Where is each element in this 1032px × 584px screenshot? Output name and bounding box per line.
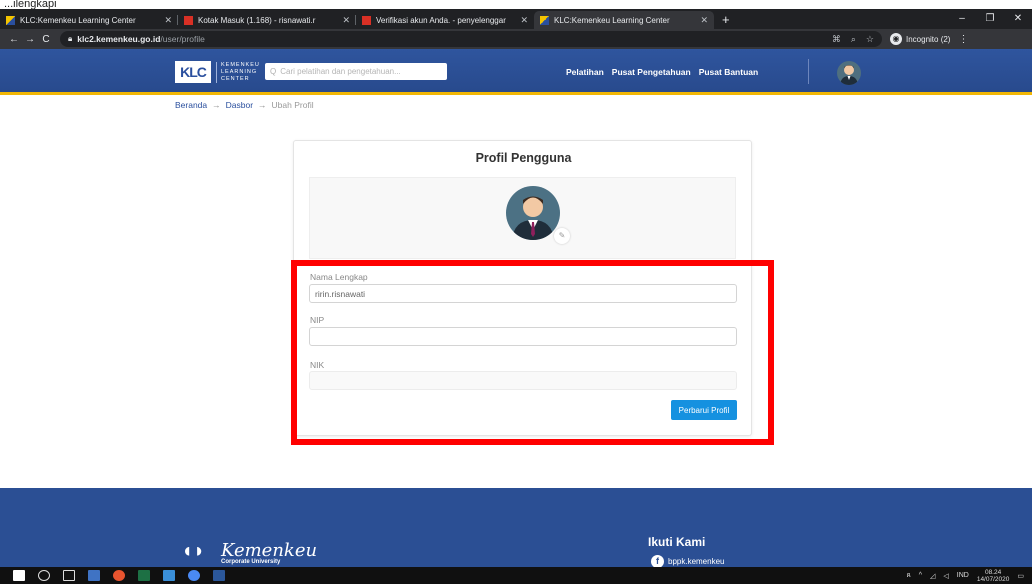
nav-pusat-bantuan[interactable]: Pusat Bantuan bbox=[699, 67, 759, 77]
breadcrumb-current: Ubah Profil bbox=[271, 100, 314, 110]
user-avatar[interactable] bbox=[837, 61, 861, 85]
klc-logo[interactable]: KLC KEMENKEU LEARNING CENTER bbox=[175, 61, 260, 83]
profile-photo-area: ✎ bbox=[309, 177, 736, 259]
breadcrumb-beranda[interactable]: Beranda bbox=[175, 100, 207, 110]
close-window-button[interactable]: ✕ bbox=[1004, 9, 1032, 29]
browser-tab-active[interactable]: KLC:Kemenkeu Learning Center ✕ bbox=[534, 11, 714, 29]
minimize-button[interactable]: – bbox=[948, 9, 976, 29]
app-icon[interactable] bbox=[113, 570, 125, 581]
footer-brand: Kemenkeu bbox=[221, 540, 318, 561]
zoom-icon[interactable]: ⌕ bbox=[851, 34, 856, 45]
breadcrumb-dasbor[interactable]: Dasbor bbox=[226, 100, 253, 110]
chevron-up-icon[interactable]: ^ bbox=[919, 572, 922, 579]
back-arrow-icon[interactable]: ← bbox=[6, 34, 22, 45]
forward-arrow-icon[interactable]: → bbox=[22, 34, 38, 45]
breadcrumb: Beranda → Dasbor → Ubah Profil bbox=[175, 100, 314, 110]
task-view-icon[interactable] bbox=[63, 570, 75, 581]
search-icon: Q bbox=[270, 67, 277, 76]
close-tab-icon[interactable]: ✕ bbox=[520, 15, 528, 26]
clock-time: 08.24 bbox=[984, 568, 1002, 576]
browser-tab[interactable]: KLC:Kemenkeu Learning Center ✕ bbox=[0, 11, 178, 29]
new-tab-button[interactable]: + bbox=[714, 11, 738, 29]
arrow-right-icon: → bbox=[258, 100, 267, 110]
bookmark-star-icon[interactable]: ☆ bbox=[866, 34, 874, 45]
app-icon[interactable] bbox=[163, 570, 175, 581]
word-icon[interactable] bbox=[213, 570, 225, 581]
social-handle: bppk.kemenkeu bbox=[668, 557, 725, 566]
nav-pusat-pengetahuan[interactable]: Pusat Pengetahuan bbox=[612, 67, 691, 77]
close-tab-icon[interactable]: ✕ bbox=[700, 15, 708, 26]
browser-toolbar: ← → C 🔒︎ klc2.kemenkeu.go.id /user/profi… bbox=[0, 29, 1032, 49]
tab-title: Verifikasi akun Anda. - penyelenggar bbox=[376, 15, 506, 25]
profile-photo[interactable] bbox=[506, 186, 560, 240]
caption-text: ...ilengkapi bbox=[0, 0, 1032, 9]
klc-favicon-icon bbox=[540, 15, 549, 25]
url-path: /user/profile bbox=[160, 34, 205, 44]
site-search: Q bbox=[265, 63, 447, 80]
incognito-icon: ◉ bbox=[890, 33, 902, 45]
os-taskbar: ጸ ^ ◿ ◁ IND 08.24 14/07/2020 ▭ bbox=[0, 567, 1032, 584]
gmail-favicon-icon bbox=[362, 15, 371, 25]
translate-icon[interactable]: ⌘ bbox=[832, 34, 841, 45]
clock-date: 14/07/2020 bbox=[976, 575, 1010, 583]
maximize-button[interactable]: ❐ bbox=[976, 9, 1004, 29]
gmail-favicon-icon bbox=[184, 15, 193, 25]
footer-brand-sub: Corporate University bbox=[221, 559, 281, 565]
search-icon[interactable] bbox=[38, 570, 50, 581]
incognito-label: Incognito (2) bbox=[906, 34, 951, 44]
browser-menu-icon[interactable]: ⋮ bbox=[958, 34, 968, 45]
language-indicator[interactable]: IND bbox=[957, 572, 969, 579]
klc-favicon-icon bbox=[6, 15, 15, 25]
site-nav: Pelatihan Pusat Pengetahuan Pusat Bantua… bbox=[566, 67, 758, 77]
tab-title: Kotak Masuk (1.168) - risnawati.r bbox=[198, 15, 316, 25]
windows-start-icon[interactable] bbox=[13, 570, 25, 581]
network-icon[interactable]: ◿ bbox=[930, 572, 935, 580]
nav-divider bbox=[808, 59, 809, 84]
site-footer bbox=[0, 488, 1032, 567]
excel-icon[interactable] bbox=[138, 570, 150, 581]
reload-icon[interactable]: C bbox=[38, 34, 54, 45]
tab-title: KLC:Kemenkeu Learning Center bbox=[554, 15, 670, 25]
people-icon[interactable]: ጸ bbox=[907, 572, 911, 580]
edit-photo-icon[interactable]: ✎ bbox=[554, 228, 570, 244]
volume-icon[interactable]: ◁ bbox=[943, 572, 948, 580]
logo-word: LEARNING bbox=[221, 68, 258, 75]
address-bar[interactable]: 🔒︎ klc2.kemenkeu.go.id /user/profile ⌘ ⌕… bbox=[60, 31, 882, 47]
close-tab-icon[interactable]: ✕ bbox=[342, 15, 350, 26]
annotation-highlight-box bbox=[291, 260, 774, 445]
arrow-right-icon: → bbox=[212, 100, 221, 110]
browser-tab-bar: KLC:Kemenkeu Learning Center ✕ Kotak Mas… bbox=[0, 9, 1032, 29]
follow-title: Ikuti Kami bbox=[648, 535, 706, 549]
logo-word: CENTER bbox=[221, 75, 250, 82]
notifications-icon[interactable]: ▭ bbox=[1017, 572, 1024, 580]
kemenkeu-logo-icon: ◖◗ bbox=[181, 540, 206, 562]
kemenkeu-corpu-logo: ◖◗ Kemenkeu Corporate University bbox=[181, 540, 318, 565]
window-controls: – ❐ ✕ bbox=[948, 9, 1032, 29]
url-host: klc2.kemenkeu.go.id bbox=[77, 34, 161, 44]
browser-tab[interactable]: Verifikasi akun Anda. - penyelenggar ✕ bbox=[356, 11, 534, 29]
site-header: KLC KEMENKEU LEARNING CENTER Q Pelatihan… bbox=[0, 49, 1032, 95]
incognito-indicator[interactable]: ◉ Incognito (2) bbox=[890, 33, 950, 45]
app-icon[interactable] bbox=[88, 570, 100, 581]
chrome-icon[interactable] bbox=[188, 570, 200, 581]
logo-mark: KLC bbox=[175, 61, 211, 83]
close-tab-icon[interactable]: ✕ bbox=[164, 15, 172, 26]
page-title: Profil Pengguna bbox=[475, 151, 572, 165]
browser-tab[interactable]: Kotak Masuk (1.168) - risnawati.r ✕ bbox=[178, 11, 356, 29]
nav-pelatihan[interactable]: Pelatihan bbox=[566, 67, 604, 77]
clock[interactable]: 08.24 14/07/2020 bbox=[977, 569, 1010, 583]
logo-word: KEMENKEU bbox=[221, 61, 260, 68]
site-search-input[interactable] bbox=[280, 67, 441, 76]
lock-icon: 🔒︎ bbox=[68, 34, 73, 43]
tab-title: KLC:Kemenkeu Learning Center bbox=[20, 15, 136, 25]
